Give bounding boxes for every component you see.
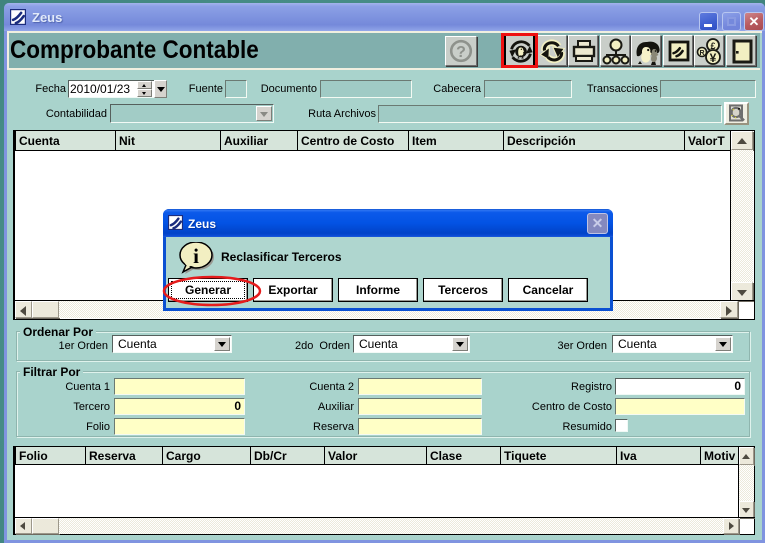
svg-text:R: R <box>699 50 704 57</box>
svg-text:i: i <box>193 244 199 268</box>
svg-text:?: ? <box>456 44 466 61</box>
svg-text:¥: ¥ <box>710 51 717 65</box>
